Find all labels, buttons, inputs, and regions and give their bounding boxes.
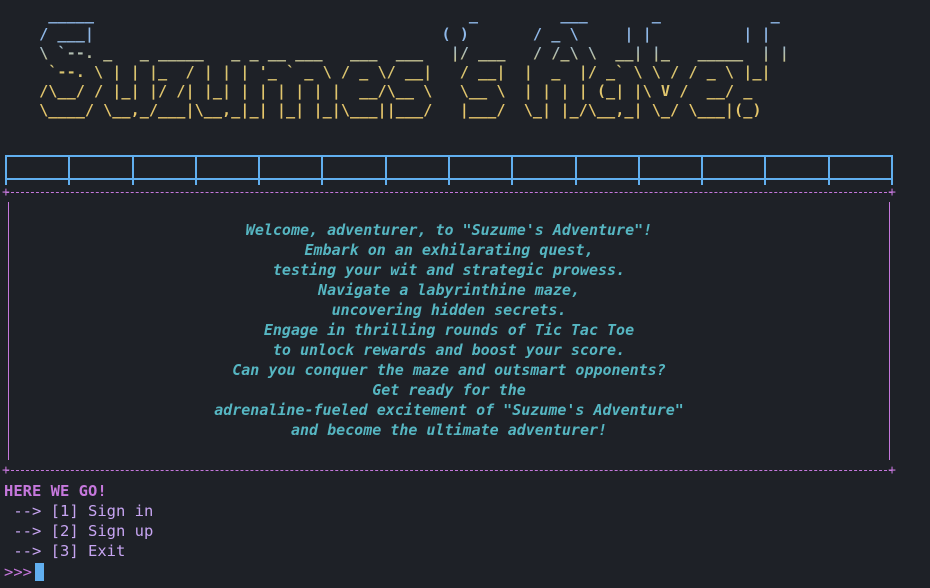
welcome-line: Welcome, adventurer, to "Suzume's Advent… [245,221,653,239]
welcome-line: and become the ultimate adventurer! [290,421,608,439]
command-prompt[interactable]: >>> [4,562,44,582]
box-corner: + [888,185,896,200]
decorative-bar-cells [5,165,893,185]
welcome-line: Get ready for the [372,381,526,399]
menu-option-sign-in[interactable]: --> [1] Sign in [4,501,153,521]
decorative-bar-bottom [5,178,893,180]
welcome-line: Can you conquer the maze and outsmart op… [232,361,666,379]
menu-option-sign-up[interactable]: --> [2] Sign up [4,521,153,541]
welcome-line: uncovering hidden secrets. [331,301,567,319]
welcome-line: Embark on an exhilarating quest, [304,241,594,259]
welcome-line: adrenaline-fueled excitement of "Suzume'… [214,401,684,419]
box-corner: + [888,463,896,478]
welcome-line: Navigate a labyrinthine maze, [318,281,580,299]
terminal-window: _____ _ ___ _ _ / ___| ( ) / _ \ | | | |… [0,0,930,588]
ascii-title-banner: _____ _ ___ _ _ / ___| ( ) / _ \ | | | |… [30,6,789,120]
main-menu: HERE WE GO! --> [1] Sign in --> [2] Sign… [4,481,153,561]
box-corner: + [2,463,10,478]
welcome-line: to unlock rewards and boost your score. [272,341,626,359]
prompt-symbol: >>> [4,563,32,581]
box-corner: + [2,185,10,200]
menu-option-exit[interactable]: --> [3] Exit [4,541,153,561]
welcome-line: Engage in thrilling rounds of Tic Tac To… [263,321,635,339]
welcome-line: testing your wit and strategic prowess. [272,261,626,279]
welcome-message: Welcome, adventurer, to "Suzume's Advent… [6,220,892,440]
box-border-top [6,192,892,193]
menu-heading: HERE WE GO! [4,482,107,500]
text-cursor [35,563,44,581]
welcome-box: + + Welcome, adventurer, to "Suzume's Ad… [2,186,896,477]
box-border-bottom [6,470,892,471]
